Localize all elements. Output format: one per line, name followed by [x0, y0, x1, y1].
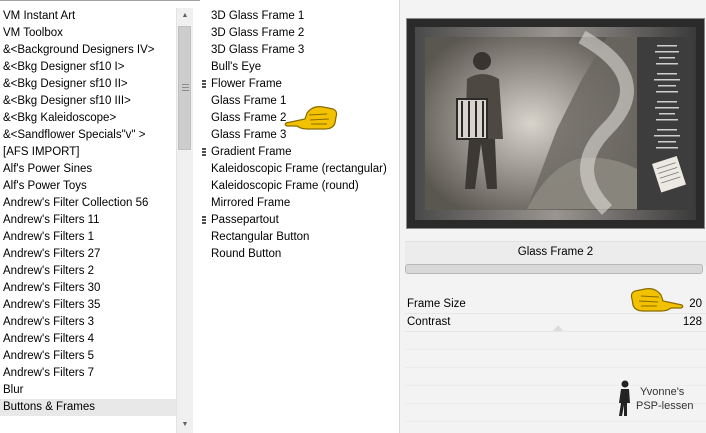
- category-item[interactable]: Andrew's Filters 5: [0, 348, 176, 365]
- filter-list[interactable]: 3D Glass Frame 1 3D Glass Frame 2 3D Glass…: [202, 8, 392, 263]
- category-item[interactable]: Andrew's Filters 4: [0, 331, 176, 348]
- grip-line: [182, 87, 189, 88]
- category-item[interactable]: [AFS IMPORT]: [0, 144, 176, 161]
- filter-item[interactable]: Kaleidoscopic Frame (round): [202, 178, 392, 195]
- category-item[interactable]: Andrew's Filters 3: [0, 314, 176, 331]
- pointing-hand-icon: [284, 106, 338, 130]
- param-value[interactable]: 20: [689, 296, 702, 313]
- filter-label: Flower Frame: [211, 78, 282, 90]
- category-item[interactable]: Andrew's Filters 11: [0, 212, 176, 229]
- param-label: Frame Size: [407, 298, 466, 310]
- param-row-contrast[interactable]: Contrast 128: [405, 314, 706, 332]
- category-item[interactable]: VM Instant Art: [0, 8, 176, 25]
- filter-item[interactable]: Rectangular Button: [202, 229, 392, 246]
- filter-label: Round Button: [211, 248, 282, 260]
- filter-label: 3D Glass Frame 3: [211, 44, 305, 56]
- top-divider: [0, 0, 200, 1]
- category-scrollbar[interactable]: ▲ ▼: [176, 8, 193, 433]
- grip-line: [182, 84, 189, 85]
- category-item[interactable]: &<Sandflower Specials"v" >: [0, 127, 176, 144]
- category-item[interactable]: Alf's Power Sines: [0, 161, 176, 178]
- category-item[interactable]: &<Bkg Designer sf10 II>: [0, 76, 176, 93]
- category-item[interactable]: Andrew's Filters 35: [0, 297, 176, 314]
- filter-item[interactable]: 3D Glass Frame 3: [202, 42, 392, 59]
- effect-header: Glass Frame 2: [405, 241, 706, 266]
- filter-item[interactable]: Passepartout: [202, 212, 392, 229]
- scroll-up-arrow-icon[interactable]: ▲: [177, 8, 193, 24]
- group-marker-icon: [202, 80, 206, 90]
- category-item[interactable]: &<Bkg Kaleidoscope>: [0, 110, 176, 127]
- slider-tick-icon: [553, 325, 563, 331]
- watermark: Yvonne's PSP-lessen: [614, 379, 706, 419]
- preview-image: [406, 18, 705, 229]
- category-item[interactable]: Andrew's Filters 2: [0, 263, 176, 280]
- filter-item[interactable]: 3D Glass Frame 2: [202, 25, 392, 42]
- category-item[interactable]: Andrew's Filters 27: [0, 246, 176, 263]
- progress-bar: [405, 264, 703, 274]
- watermark-line2: PSP-lessen: [636, 400, 694, 412]
- grip-line: [182, 90, 189, 91]
- filter-label: 3D Glass Frame 2: [211, 27, 305, 39]
- filter-item[interactable]: Flower Frame: [202, 76, 392, 93]
- filter-label: Passepartout: [211, 214, 279, 226]
- empty-param-row: [405, 350, 706, 368]
- category-item[interactable]: &<Bkg Designer sf10 I>: [0, 59, 176, 76]
- param-label: Contrast: [407, 316, 451, 328]
- category-item[interactable]: Andrew's Filters 7: [0, 365, 176, 382]
- filter-item[interactable]: 3D Glass Frame 1: [202, 8, 392, 25]
- category-item[interactable]: &<Background Designers IV>: [0, 42, 176, 59]
- filter-label: Kaleidoscopic Frame (round): [211, 180, 359, 192]
- filter-label: Bull's Eye: [211, 61, 262, 73]
- group-marker-icon: [202, 148, 206, 158]
- filter-label: Kaleidoscopic Frame (rectangular): [211, 163, 387, 175]
- scrollbar-thumb[interactable]: [178, 26, 191, 150]
- category-item[interactable]: Andrew's Filters 1: [0, 229, 176, 246]
- param-value[interactable]: 128: [683, 314, 702, 331]
- filter-label: Glass Frame 2: [211, 112, 287, 124]
- filter-label: Glass Frame 3: [211, 129, 287, 141]
- category-item[interactable]: Blur: [0, 382, 176, 399]
- filter-label: Gradient Frame: [211, 146, 292, 158]
- filter-label: Rectangular Button: [211, 231, 310, 243]
- category-list[interactable]: VM Instant Art VM Toolbox &<Background Des…: [0, 8, 176, 416]
- category-item[interactable]: Alf's Power Toys: [0, 178, 176, 195]
- filter-label: Glass Frame 1: [211, 95, 287, 107]
- filter-item[interactable]: Mirrored Frame: [202, 195, 392, 212]
- pointing-hand-icon: [630, 288, 684, 312]
- category-item[interactable]: Buttons & Frames: [0, 399, 176, 416]
- empty-param-row: [405, 332, 706, 350]
- category-item[interactable]: Andrew's Filters 30: [0, 280, 176, 297]
- silhouette-icon: [619, 380, 630, 416]
- filter-item[interactable]: Kaleidoscopic Frame (rectangular): [202, 161, 392, 178]
- category-item[interactable]: Andrew's Filter Collection 56: [0, 195, 176, 212]
- group-marker-icon: [202, 216, 206, 226]
- effect-title: Glass Frame 2: [517, 246, 594, 258]
- filter-item[interactable]: Gradient Frame: [202, 144, 392, 161]
- filter-item[interactable]: Bull's Eye: [202, 59, 392, 76]
- watermark-line1: Yvonne's: [640, 386, 685, 398]
- filter-label: 3D Glass Frame 1: [211, 10, 305, 22]
- filter-item[interactable]: Round Button: [202, 246, 392, 263]
- category-item[interactable]: &<Bkg Designer sf10 III>: [0, 93, 176, 110]
- category-item[interactable]: VM Toolbox: [0, 25, 176, 42]
- scroll-down-arrow-icon[interactable]: ▼: [177, 417, 193, 433]
- filter-label: Mirrored Frame: [211, 197, 291, 209]
